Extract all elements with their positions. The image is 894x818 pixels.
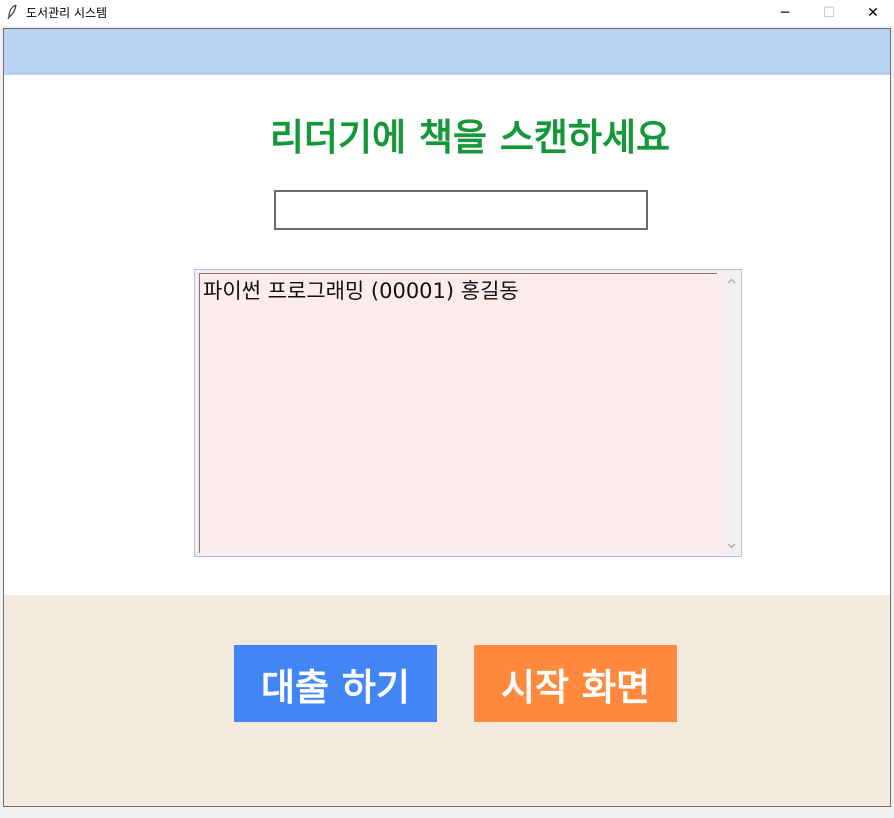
close-icon: ✕ <box>867 5 879 21</box>
header-strip <box>4 29 890 75</box>
maximize-button[interactable]: ☐ <box>806 0 852 26</box>
scan-input[interactable] <box>274 190 648 230</box>
title-bar: 도서관리 시스템 ─ ☐ ✕ <box>0 0 894 26</box>
window-title: 도서관리 시스템 <box>26 6 108 20</box>
page-title: 리더기에 책을 스캔하세요 <box>269 116 671 159</box>
borrow-button[interactable]: 대출 하기 <box>234 645 437 722</box>
action-panel: 대출 하기 시작 화면 <box>4 595 890 806</box>
minimize-icon: ─ <box>780 5 790 21</box>
close-button[interactable]: ✕ <box>850 0 894 26</box>
home-screen-button[interactable]: 시작 화면 <box>474 645 677 722</box>
scrollbar[interactable] <box>723 272 740 554</box>
minimize-button[interactable]: ─ <box>762 0 808 26</box>
maximize-icon: ☐ <box>822 5 836 21</box>
feather-icon <box>6 4 18 20</box>
chevron-up-icon[interactable] <box>723 272 740 289</box>
scanned-list[interactable]: 파이썬 프로그래밍 (00001) 홍길동 <box>194 269 742 557</box>
scanned-list-content: 파이썬 프로그래밍 (00001) 홍길동 <box>199 273 717 553</box>
app-frame: 리더기에 책을 스캔하세요 파이썬 프로그래밍 (00001) 홍길동 대출 하… <box>3 28 891 807</box>
chevron-down-icon[interactable] <box>723 537 740 554</box>
list-item[interactable]: 파이썬 프로그래밍 (00001) 홍길동 <box>203 275 519 305</box>
